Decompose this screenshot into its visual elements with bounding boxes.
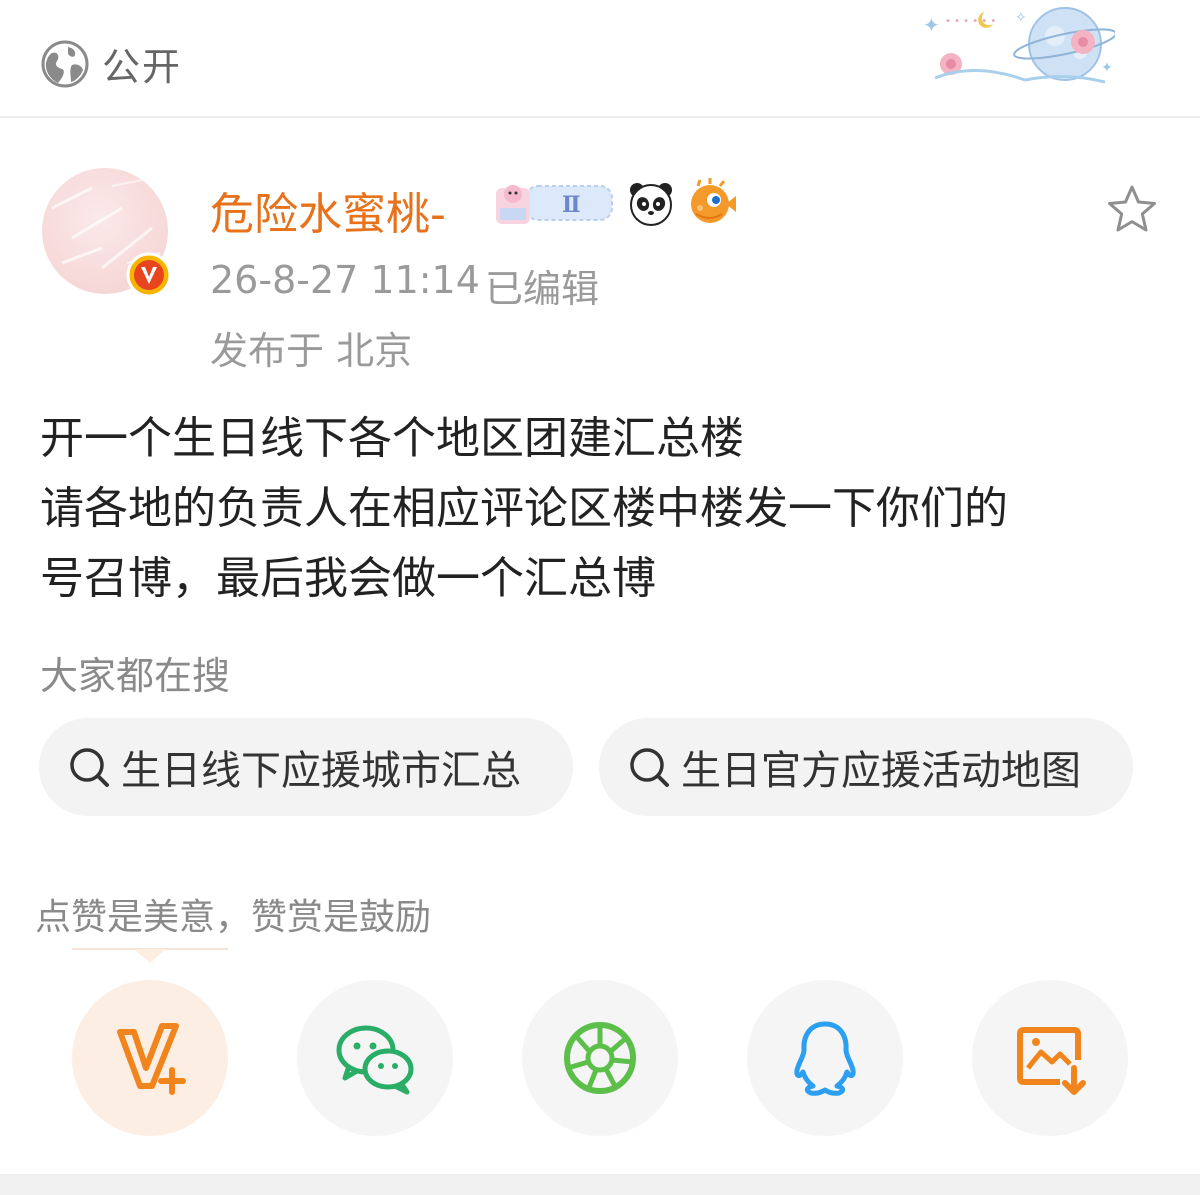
share-wechat-button[interactable]: [297, 980, 453, 1136]
svg-text:Ⅱ: Ⅱ: [562, 192, 581, 218]
hot-search-chip[interactable]: 生日线下应援城市汇总: [39, 718, 573, 816]
edited-label[interactable]: 已编辑: [485, 258, 599, 313]
search-icon: [70, 748, 109, 787]
globe-icon: [41, 40, 89, 87]
user-badges: Ⅱ: [492, 178, 738, 228]
bottom-bar: [0, 1174, 1200, 1195]
panda-icon: [630, 183, 672, 226]
hot-search-text: 生日官方应援活动地图: [681, 748, 1081, 794]
post-time: 26-8-27 11:14: [210, 258, 480, 302]
qq-icon: [794, 1021, 856, 1096]
hot-search-text: 生日线下应援城市汇总: [121, 748, 521, 794]
top-bar: 公开 ✦ • • • • • • ✧ ✦: [0, 0, 1200, 118]
moments-icon: [564, 1022, 636, 1094]
reward-tip: 点赞是美意，赞赏是鼓励: [35, 897, 432, 938]
post-line: 请各地的负责人在相应评论区楼中楼发一下你们的: [40, 483, 1008, 534]
hot-search-chip[interactable]: 生日官方应援活动地图: [599, 718, 1133, 816]
post-location: 发布于 北京: [210, 329, 413, 373]
save-image-button[interactable]: [972, 980, 1128, 1136]
post-line: 号召博，最后我会做一个汇总博: [40, 553, 656, 604]
tip-pointer: [134, 949, 166, 963]
pufferfish-icon: [691, 178, 736, 223]
fan-badge-icon[interactable]: Ⅱ: [492, 178, 616, 228]
favorite-star-icon[interactable]: [1104, 182, 1160, 238]
hot-search-label: 大家都在搜: [40, 654, 231, 698]
svg-text:✧: ✧: [1015, 10, 1027, 26]
reward-v-plus-button[interactable]: [72, 980, 228, 1136]
decoration-illustration: ✦ • • • • • • ✧ ✦: [923, 7, 1115, 84]
svg-text:✦: ✦: [923, 13, 940, 37]
svg-text:✦: ✦: [1101, 60, 1113, 76]
post-content: 开一个生日线下各个地区团建汇总楼 请各地的负责人在相应评论区楼中楼发一下你们的 …: [40, 404, 1160, 614]
visibility-selector[interactable]: 公开: [40, 36, 182, 91]
verified-badge-icon: [126, 252, 172, 298]
username[interactable]: 危险水蜜桃-: [210, 178, 446, 242]
search-icon: [630, 748, 669, 787]
share-qq-button[interactable]: [747, 980, 903, 1136]
visibility-label: 公开: [102, 45, 183, 89]
wechat-icon: [336, 1025, 414, 1095]
share-moments-button[interactable]: [522, 980, 678, 1136]
post-line: 开一个生日线下各个地区团建汇总楼: [40, 413, 744, 464]
save-image-icon: [1017, 1027, 1086, 1095]
v-plus-icon: [117, 1023, 186, 1095]
